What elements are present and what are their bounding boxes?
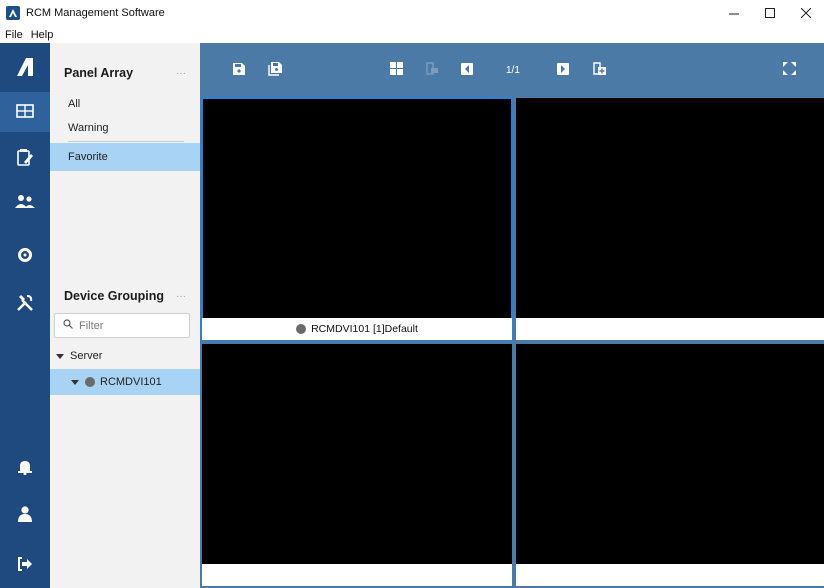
window-title: RCM Management Software bbox=[26, 7, 165, 19]
app-logo-icon bbox=[6, 6, 20, 20]
panel-item-warning[interactable]: Warning bbox=[50, 114, 200, 142]
search-icon bbox=[63, 319, 73, 332]
panel-array-menu-icon[interactable]: ··· bbox=[176, 68, 186, 79]
video-cell-label: RCMDVI101 [1]Default bbox=[202, 318, 512, 340]
side-panel: Panel Array ··· All Warning Favorite Dev… bbox=[50, 43, 200, 588]
rail-users[interactable] bbox=[0, 183, 50, 223]
menu-help[interactable]: Help bbox=[27, 29, 58, 41]
tools-icon bbox=[16, 294, 34, 315]
rail-account[interactable] bbox=[0, 495, 50, 535]
video-grid: RCMDVI101 [1]Default bbox=[200, 96, 824, 588]
filter-field[interactable] bbox=[54, 313, 190, 338]
layout-grid-icon bbox=[389, 62, 403, 78]
fullscreen-button[interactable] bbox=[782, 62, 796, 78]
device-grouping-title: Device Grouping bbox=[64, 289, 165, 303]
save-icon bbox=[233, 62, 245, 78]
rail-edit[interactable] bbox=[0, 138, 50, 178]
status-dot-icon bbox=[296, 324, 307, 334]
device-grouping-menu-icon[interactable]: ··· bbox=[176, 291, 186, 302]
video-cell-4[interactable] bbox=[516, 344, 824, 586]
add-page-button[interactable] bbox=[592, 62, 606, 78]
bell-icon bbox=[18, 459, 32, 478]
grid-icon bbox=[16, 103, 34, 121]
video-cell-label bbox=[202, 564, 512, 586]
menu-file[interactable]: File bbox=[0, 29, 27, 41]
user-icon bbox=[18, 505, 32, 525]
save-as-button[interactable] bbox=[268, 61, 282, 79]
remove-page-button[interactable] bbox=[425, 62, 439, 78]
rail-panel-array[interactable] bbox=[0, 92, 50, 132]
logout-icon bbox=[18, 556, 32, 574]
close-button[interactable] bbox=[788, 0, 824, 26]
rail-settings[interactable] bbox=[0, 236, 50, 276]
panel-item-favorite[interactable]: Favorite bbox=[50, 143, 200, 171]
nav-rail bbox=[0, 43, 50, 588]
chevron-down-icon[interactable] bbox=[56, 353, 64, 359]
video-cell-3[interactable] bbox=[202, 344, 512, 586]
save-button[interactable] bbox=[232, 62, 246, 78]
prev-page-button[interactable] bbox=[460, 62, 474, 78]
next-page-button[interactable] bbox=[556, 62, 570, 78]
minimize-button[interactable] bbox=[716, 0, 752, 26]
fullscreen-icon bbox=[782, 62, 796, 78]
chevron-right-icon bbox=[557, 62, 569, 78]
brand-logo-icon bbox=[0, 47, 50, 87]
panel-divider bbox=[68, 141, 184, 142]
save-all-icon bbox=[268, 61, 282, 79]
chevron-down-icon[interactable] bbox=[71, 379, 79, 385]
video-cell-label bbox=[516, 564, 824, 586]
rail-logout[interactable] bbox=[0, 545, 50, 585]
tree-device-label: RCMDVI101 bbox=[100, 376, 162, 388]
menu-bar: File Help bbox=[0, 26, 824, 43]
rail-notifications[interactable] bbox=[0, 448, 50, 488]
tree-server-row[interactable]: Server bbox=[50, 343, 200, 369]
add-page-icon bbox=[592, 62, 606, 78]
tree-device-row[interactable]: RCMDVI101 bbox=[50, 369, 200, 395]
rail-tools[interactable] bbox=[0, 284, 50, 324]
layout-button[interactable] bbox=[389, 62, 403, 78]
chevron-left-icon bbox=[461, 62, 473, 78]
video-cell-2[interactable] bbox=[516, 98, 824, 340]
remove-page-icon bbox=[426, 62, 438, 78]
panel-array-title: Panel Array bbox=[64, 66, 134, 80]
maximize-button[interactable] bbox=[752, 0, 788, 26]
video-cell-title: RCMDVI101 [1]Default bbox=[311, 323, 418, 335]
users-icon bbox=[15, 194, 35, 213]
edit-icon bbox=[17, 148, 33, 169]
filter-input[interactable] bbox=[79, 319, 179, 332]
title-bar: RCM Management Software bbox=[0, 0, 824, 26]
toolbar: 1/1 bbox=[200, 43, 824, 96]
video-cell-label bbox=[516, 318, 824, 340]
tree-server-label: Server bbox=[70, 350, 103, 362]
video-cell-1[interactable]: RCMDVI101 [1]Default bbox=[201, 97, 513, 341]
status-dot-icon bbox=[85, 377, 95, 387]
settings-icon bbox=[17, 247, 33, 266]
page-indicator: 1/1 bbox=[506, 65, 520, 76]
